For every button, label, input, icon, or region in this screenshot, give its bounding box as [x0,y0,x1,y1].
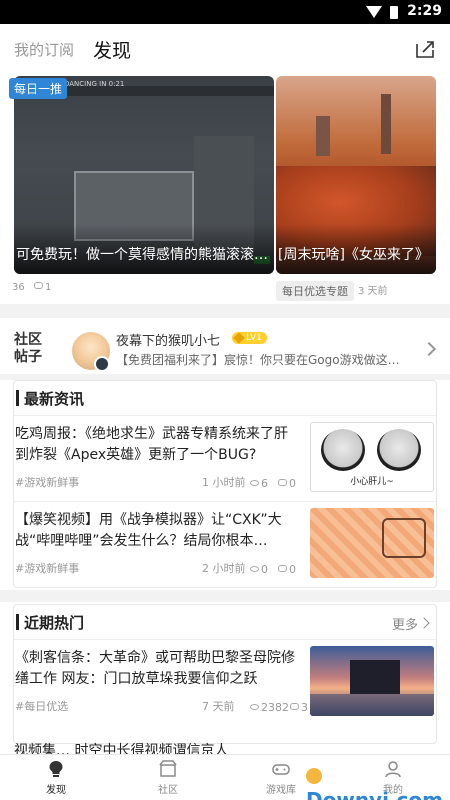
article-title[interactable]: 《刺客信条：大革命》或可帮助巴黎圣母院修缮工作 网友：门口放草垛我要信仰之跃 [15,648,301,690]
community-post-text[interactable]: 【免费团福利来了】宸惊！你只要在Gogo游戏做这… [116,351,406,368]
hot-section: 近期热门 更多 《刺客信条：大革命》或可帮助巴黎圣母院修缮工作 网友：门口放草垛… [13,604,437,744]
banner-slide[interactable]: [周末玩啥]《女巫来了》 [276,76,436,274]
tab-subscribed[interactable]: 我的订阅 [14,39,74,60]
article-comments: 0 [278,563,296,576]
chevron-right-icon[interactable] [421,341,437,357]
community-icon [159,760,177,777]
article-thumbnail[interactable]: 小心肝儿~ [310,422,434,492]
avatar-badge-icon [94,356,110,372]
article-item-partial[interactable]: 视频集… 时空中长得视频谓信京人 [14,740,438,754]
slide-title: 可免费玩！做一个莫得感情的熊猫滚滚… [16,247,268,263]
article-comments: 3 [290,701,308,714]
banner-count: 36 [12,282,25,293]
section-title: 最新资讯 [24,390,85,408]
lightbulb-icon [49,761,63,777]
article-title[interactable]: 【爆笑视频】用《战争模拟器》让“CXK”大战“哔哩哔哩”会发生什么？结局你根本… [15,510,301,552]
scene-tower [316,116,330,156]
nav-item-discover[interactable]: 发现 [16,759,96,796]
thumbnail-caption: 小心肝儿~ [350,477,394,487]
banner-slide[interactable]: DANCING IN 0:21 可免费玩！做一个莫得感情的熊猫滚滚… [14,76,274,274]
article-views: 2382 [250,701,289,714]
panda-meme-face [377,429,421,471]
article-item[interactable]: 《刺客信条：大革命》或可帮助巴黎圣母院修缮工作 网友：门口放草垛我要信仰之跃 #… [14,639,436,723]
river-water [310,694,434,716]
section-marker [16,390,19,406]
daily-pick-badge: 每日一推 [9,78,68,99]
nav-item-community[interactable]: 社区 [128,759,208,796]
eye-icon [250,566,259,572]
article-time: 2 小时前 [202,562,246,575]
community-label: 社区帖子 [14,332,42,365]
app-header: 我的订阅 发现 [0,24,450,74]
section-header: 近期热门 更多 [14,605,436,639]
article-comments: 0 [278,477,296,490]
watermark-dot-icon [306,768,322,784]
article-item[interactable]: 吃鸡周报：《绝地求生》武器专精系统来了肝到炸裂《Apex英雄》更新了一个BUG?… [14,415,436,499]
chevron-right-icon[interactable] [418,617,430,629]
banner-comments: 1 [34,282,51,293]
topic-badge[interactable]: 每日优选专题 [276,281,354,301]
eye-icon [250,480,259,486]
article-title[interactable]: 吃鸡周报：《绝地求生》武器专精系统来了肝到炸裂《Apex英雄》更新了一个BUG? [15,424,301,466]
section-marker [16,614,19,630]
wifi-icon [366,6,382,18]
battery-icon [390,6,398,19]
article-item[interactable]: 【爆笑视频】用《战争模拟器》让“CXK”大战“哔哩哔哩”会发生什么？结局你根本…… [14,501,436,585]
article-views: 0 [250,563,268,576]
section-title: 近期热门 [24,614,85,632]
banner-carousel[interactable]: DANCING IN 0:21 可免费玩！做一个莫得感情的熊猫滚滚… [周末玩啥… [0,76,450,276]
comment-icon [278,565,287,572]
nav-label: 社区 [158,785,178,796]
article-title[interactable]: 视频集… 时空中长得视频谓信京人 [14,740,438,754]
panda-meme-face [321,429,365,471]
comment-icon [34,282,43,289]
article-time: 1 小时前 [202,476,246,489]
community-post-bar[interactable]: 社区帖子 夜幕下的猴叽小七 LV1 【免费团福利来了】宸惊！你只要在Gogo游戏… [0,322,450,380]
article-thumbnail[interactable] [310,508,434,578]
status-bar: 2:29 [0,0,450,24]
scene-tower [381,94,391,154]
divider [0,590,450,602]
slide-title: [周末玩啥]《女巫来了》 [278,247,429,263]
article-time: 7 天前 [202,700,235,713]
more-link[interactable]: 更多 [392,614,418,633]
comment-icon [290,703,299,710]
share-icon[interactable] [414,38,436,60]
tab-discover[interactable]: 发现 [93,36,131,63]
section-header: 最新资讯 [14,381,436,415]
article-views: 6 [250,477,268,490]
thumbnail-drawing [382,518,426,558]
divider [0,304,450,318]
nav-label: 发现 [46,785,66,796]
article-tag[interactable]: #游戏新鲜事 [15,560,79,576]
level-badge: LV1 [232,332,267,344]
article-thumbnail[interactable] [310,646,434,716]
watermark-logo: Downyi.com [306,764,450,800]
banner-time: 3 天前 [358,286,388,297]
article-tag[interactable]: #每日优选 [15,698,68,714]
article-tag[interactable]: #游戏新鲜事 [15,474,79,490]
gamepad-icon [272,764,290,775]
news-section: 最新资讯 吃鸡周报：《绝地求生》武器专精系统来了肝到炸裂《Apex英雄》更新了一… [13,380,437,588]
eye-icon [250,704,259,710]
cathedral-silhouette [350,660,400,694]
comment-icon [278,479,287,486]
community-username[interactable]: 夜幕下的猴叽小七 [116,330,220,349]
game-hud-text: DANCING IN 0:21 [64,80,125,88]
status-time: 2:29 [407,3,442,19]
